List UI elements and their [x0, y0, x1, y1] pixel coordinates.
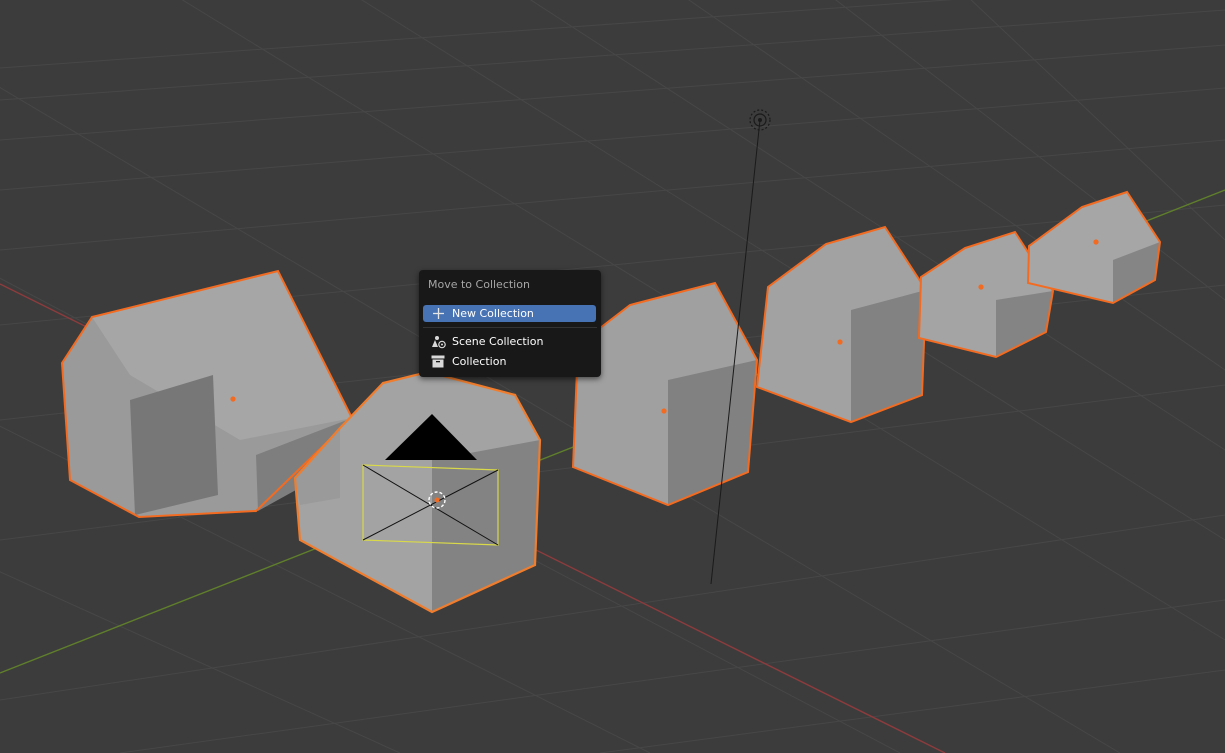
viewport-canvas[interactable] [0, 0, 1225, 753]
menu-item-new-collection[interactable]: New Collection [423, 305, 596, 322]
3d-viewport[interactable]: Move to Collection New Collection Scene … [0, 0, 1225, 753]
house-object-6[interactable] [1026, 190, 1162, 305]
plus-icon [430, 306, 446, 321]
menu-item-label: New Collection [452, 307, 534, 320]
menu-item-scene-collection[interactable]: Scene Collection [423, 333, 596, 350]
house-object-4[interactable] [755, 225, 928, 424]
menu-item-label: Scene Collection [452, 335, 544, 348]
scene-collection-icon [430, 334, 446, 349]
menu-item-collection[interactable]: Collection [423, 353, 596, 370]
move-to-collection-menu: Move to Collection New Collection Scene … [419, 270, 601, 377]
menu-title: Move to Collection [428, 278, 530, 291]
collection-icon [430, 354, 446, 369]
menu-item-label: Collection [452, 355, 507, 368]
menu-separator [423, 327, 597, 328]
